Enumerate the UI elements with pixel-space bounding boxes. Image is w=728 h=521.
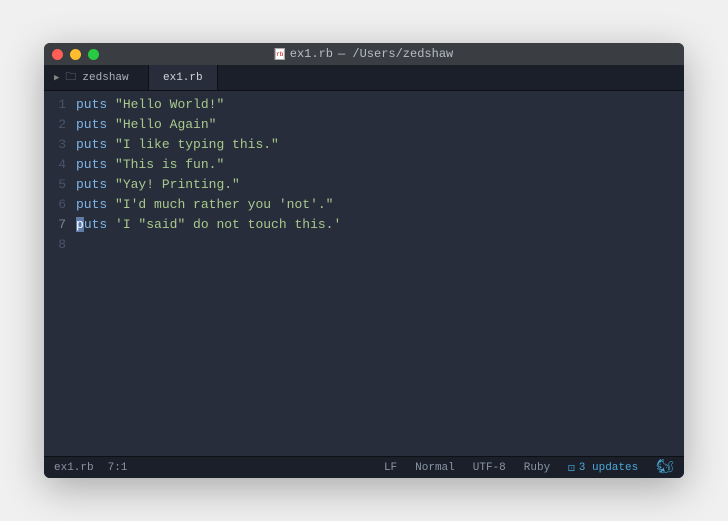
cursor: p bbox=[76, 217, 84, 232]
status-language[interactable]: Ruby bbox=[524, 462, 550, 474]
editor-window: rb ex1.rb — /Users/zedshaw ▶ 🗀 zedshaw e… bbox=[44, 43, 684, 478]
status-file[interactable]: ex1.rb bbox=[54, 462, 94, 474]
code-line: puts "I'd much rather you 'not'." bbox=[76, 195, 684, 215]
status-encoding[interactable]: UTF-8 bbox=[473, 462, 506, 474]
lineno: 8 bbox=[44, 235, 76, 255]
code-line: puts "This is fun." bbox=[76, 155, 684, 175]
toolbar: ▶ 🗀 zedshaw ex1.rb bbox=[44, 65, 684, 91]
code-content[interactable]: puts "Hello World!" puts "Hello Again" p… bbox=[76, 91, 684, 456]
tab-label: ex1.rb bbox=[163, 72, 203, 84]
status-position[interactable]: 7:1 bbox=[108, 462, 128, 474]
title-path: — /Users/zedshaw bbox=[338, 47, 453, 61]
project-tree-header[interactable]: ▶ 🗀 zedshaw bbox=[44, 65, 149, 90]
code-line: puts "Hello Again" bbox=[76, 115, 684, 135]
lineno: 3 bbox=[44, 135, 76, 155]
statusbar: ex1.rb 7:1 LF Normal UTF-8 Ruby ⚀ 3 upda… bbox=[44, 456, 684, 478]
maximize-button[interactable] bbox=[88, 49, 99, 60]
package-icon: ⚀ bbox=[568, 461, 575, 475]
title-filename: ex1.rb bbox=[290, 47, 333, 61]
close-button[interactable] bbox=[52, 49, 63, 60]
code-line-current: puts 'I "said" do not touch this.' bbox=[76, 215, 684, 235]
status-mode[interactable]: Normal bbox=[415, 462, 455, 474]
lineno: 1 bbox=[44, 95, 76, 115]
status-right: LF Normal UTF-8 Ruby ⚀ 3 updates 🐿 bbox=[384, 459, 674, 476]
editor-area[interactable]: 1 2 3 4 5 6 7 8 puts "Hello World!" puts… bbox=[44, 91, 684, 456]
status-line-ending[interactable]: LF bbox=[384, 462, 397, 474]
line-gutter: 1 2 3 4 5 6 7 8 bbox=[44, 91, 76, 456]
code-line: puts "I like typing this." bbox=[76, 135, 684, 155]
minimize-button[interactable] bbox=[70, 49, 81, 60]
code-line: puts "Hello World!" bbox=[76, 95, 684, 115]
lineno-current: 7 bbox=[44, 215, 76, 235]
traffic-lights bbox=[52, 49, 99, 60]
status-updates[interactable]: ⚀ 3 updates bbox=[568, 461, 638, 475]
ruby-file-icon: rb bbox=[275, 48, 285, 60]
lineno: 4 bbox=[44, 155, 76, 175]
window-title: rb ex1.rb — /Users/zedshaw bbox=[275, 47, 453, 61]
code-line: puts "Yay! Printing." bbox=[76, 175, 684, 195]
project-folder-name: zedshaw bbox=[82, 72, 128, 84]
status-left: ex1.rb 7:1 bbox=[54, 462, 127, 474]
lineno: 6 bbox=[44, 195, 76, 215]
lineno: 2 bbox=[44, 115, 76, 135]
chevron-right-icon: ▶ bbox=[54, 73, 59, 83]
tab-ex1[interactable]: ex1.rb bbox=[149, 65, 218, 90]
lineno: 5 bbox=[44, 175, 76, 195]
titlebar: rb ex1.rb — /Users/zedshaw bbox=[44, 43, 684, 65]
squirrel-icon[interactable]: 🐿 bbox=[656, 459, 674, 476]
folder-icon: 🗀 bbox=[65, 68, 76, 87]
